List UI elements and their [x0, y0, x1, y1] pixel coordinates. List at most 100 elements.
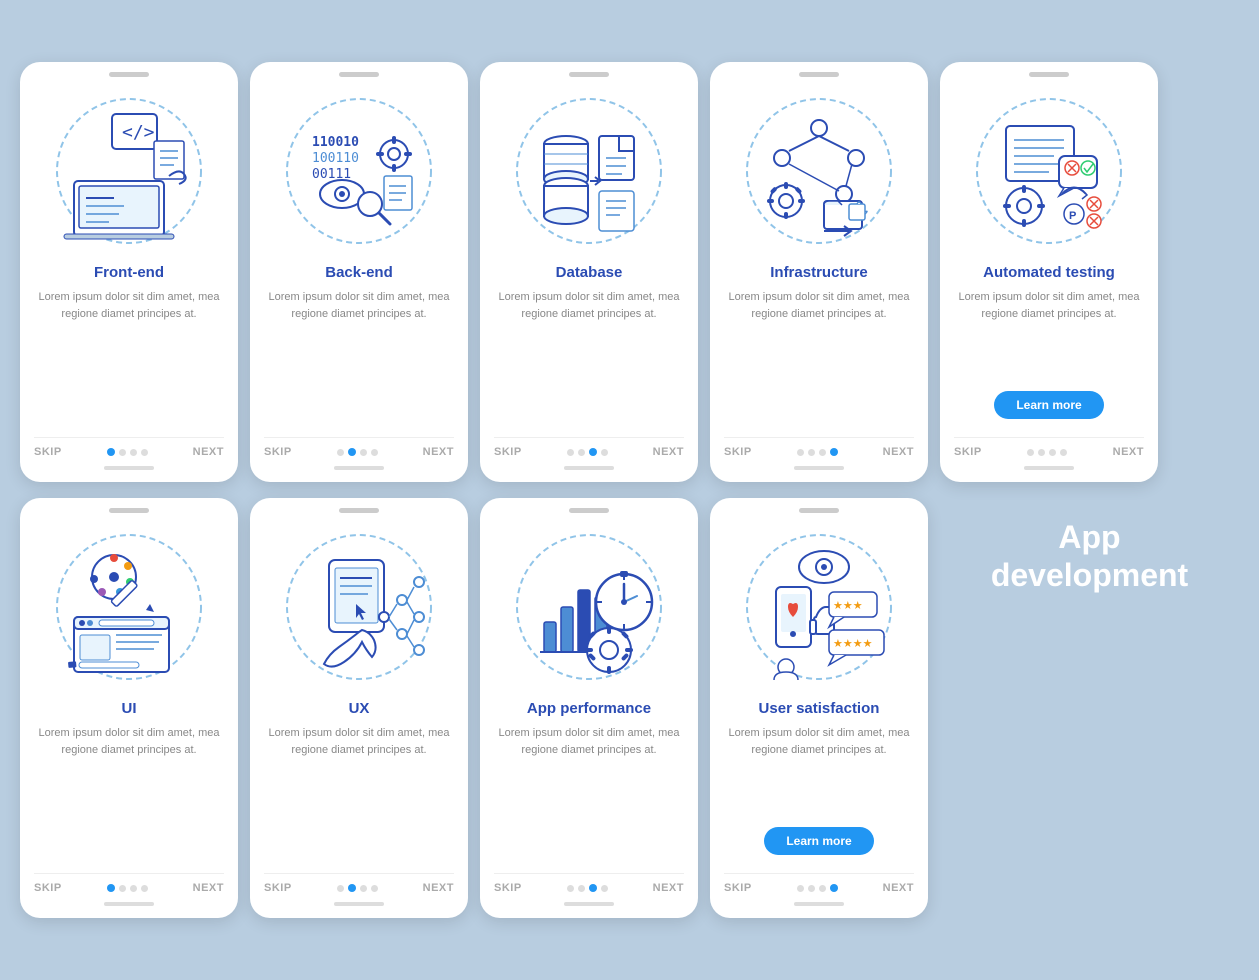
scrollbar	[104, 902, 154, 906]
pagination-dots	[107, 884, 148, 892]
dot-3	[1049, 449, 1056, 456]
app-development-label: Appdevelopment	[971, 498, 1208, 615]
front-end-footer: SKIP NEXT	[34, 437, 224, 458]
next-label[interactable]: NEXT	[193, 446, 224, 458]
app-performance-footer: SKIP NEXT	[494, 873, 684, 894]
app-performance-title: App performance	[527, 700, 651, 717]
automated-testing-footer: SKIP NEXT	[954, 437, 1144, 458]
next-label[interactable]: NEXT	[1113, 446, 1144, 458]
scrollbar	[564, 902, 614, 906]
svg-text:P: P	[1069, 210, 1076, 222]
next-label[interactable]: NEXT	[883, 446, 914, 458]
dot-3	[819, 449, 826, 456]
ux-title: UX	[349, 700, 370, 717]
next-label[interactable]: NEXT	[653, 882, 684, 894]
front-end-desc: Lorem ipsum dolor sit dim amet, mea regi…	[34, 289, 224, 427]
app-performance-icon	[504, 522, 674, 692]
next-label[interactable]: NEXT	[423, 446, 454, 458]
infrastructure-desc: Lorem ipsum dolor sit dim amet, mea regi…	[724, 289, 914, 427]
automated-testing-desc: Lorem ipsum dolor sit dim amet, mea regi…	[954, 289, 1144, 383]
next-label[interactable]: NEXT	[653, 446, 684, 458]
dot-1	[1027, 449, 1034, 456]
scrollbar	[334, 466, 384, 470]
dot-4	[141, 885, 148, 892]
database-icon	[504, 86, 674, 256]
automated-testing-title: Automated testing	[983, 264, 1115, 281]
dot-2	[808, 885, 815, 892]
dot-1	[797, 449, 804, 456]
dot-3	[130, 449, 137, 456]
skip-label[interactable]: SKIP	[264, 446, 292, 458]
skip-label[interactable]: SKIP	[264, 882, 292, 894]
svg-text:</>: </>	[122, 122, 155, 143]
dot-3	[589, 448, 597, 456]
svg-text:100110: 100110	[312, 151, 359, 166]
card-ux: UX Lorem ipsum dolor sit dim amet, mea r…	[250, 498, 468, 918]
dot-4	[141, 449, 148, 456]
dot-4	[371, 885, 378, 892]
infrastructure-title: Infrastructure	[770, 264, 868, 281]
ui-desc: Lorem ipsum dolor sit dim amet, mea regi…	[34, 725, 224, 863]
skip-label[interactable]: SKIP	[724, 882, 752, 894]
back-end-icon: 110010 100110 00111	[274, 86, 444, 256]
skip-label[interactable]: SKIP	[494, 446, 522, 458]
dot-2	[808, 449, 815, 456]
ux-desc: Lorem ipsum dolor sit dim amet, mea regi…	[264, 725, 454, 863]
dot-1	[567, 885, 574, 892]
infrastructure-footer: SKIP NEXT	[724, 437, 914, 458]
ux-footer: SKIP NEXT	[264, 873, 454, 894]
database-desc: Lorem ipsum dolor sit dim amet, mea regi…	[494, 289, 684, 427]
card-automated-testing: P Automated testing Lorem ipsum dolor si…	[940, 62, 1158, 482]
user-satisfaction-icon: ★★★ ★★★★	[734, 522, 904, 692]
scrollbar	[564, 466, 614, 470]
skip-label[interactable]: SKIP	[494, 882, 522, 894]
next-label[interactable]: NEXT	[883, 882, 914, 894]
scrollbar	[1024, 466, 1074, 470]
dot-2	[348, 448, 356, 456]
ui-icon	[44, 522, 214, 692]
pagination-dots	[797, 884, 838, 892]
ui-footer: SKIP NEXT	[34, 873, 224, 894]
back-end-footer: SKIP NEXT	[264, 437, 454, 458]
app-performance-desc: Lorem ipsum dolor sit dim amet, mea regi…	[494, 725, 684, 863]
user-satisfaction-footer: SKIP NEXT	[724, 873, 914, 894]
pagination-dots	[567, 448, 608, 456]
skip-label[interactable]: SKIP	[954, 446, 982, 458]
dot-2	[119, 885, 126, 892]
dot-1	[567, 449, 574, 456]
dot-2	[1038, 449, 1045, 456]
card-back-end: 110010 100110 00111	[250, 62, 468, 482]
learn-more-button-2[interactable]: Learn more	[764, 827, 873, 855]
dot-4	[601, 885, 608, 892]
skip-label[interactable]: SKIP	[34, 446, 62, 458]
front-end-title: Front-end	[94, 264, 164, 281]
dot-4	[601, 449, 608, 456]
pagination-dots	[107, 448, 148, 456]
pagination-dots	[797, 448, 838, 456]
dot-3	[130, 885, 137, 892]
pagination-dots	[567, 884, 608, 892]
scrollbar	[794, 466, 844, 470]
scrollbar	[334, 902, 384, 906]
dot-2	[578, 449, 585, 456]
svg-text:★★★: ★★★	[833, 600, 863, 612]
dot-1	[107, 884, 115, 892]
skip-label[interactable]: SKIP	[34, 882, 62, 894]
ux-icon	[274, 522, 444, 692]
infrastructure-icon	[734, 86, 904, 256]
dot-1	[337, 449, 344, 456]
ui-title: UI	[122, 700, 137, 717]
pagination-dots	[1027, 449, 1067, 456]
dot-4	[371, 449, 378, 456]
next-label[interactable]: NEXT	[423, 882, 454, 894]
card-database: Database Lorem ipsum dolor sit dim amet,…	[480, 62, 698, 482]
next-label[interactable]: NEXT	[193, 882, 224, 894]
database-title: Database	[556, 264, 623, 281]
app-development-section: Appdevelopment	[940, 498, 1239, 615]
dot-1	[337, 885, 344, 892]
back-end-desc: Lorem ipsum dolor sit dim amet, mea regi…	[264, 289, 454, 427]
learn-more-button-1[interactable]: Learn more	[994, 391, 1103, 419]
svg-text:★★★★: ★★★★	[833, 638, 873, 650]
dot-4	[830, 448, 838, 456]
skip-label[interactable]: SKIP	[724, 446, 752, 458]
